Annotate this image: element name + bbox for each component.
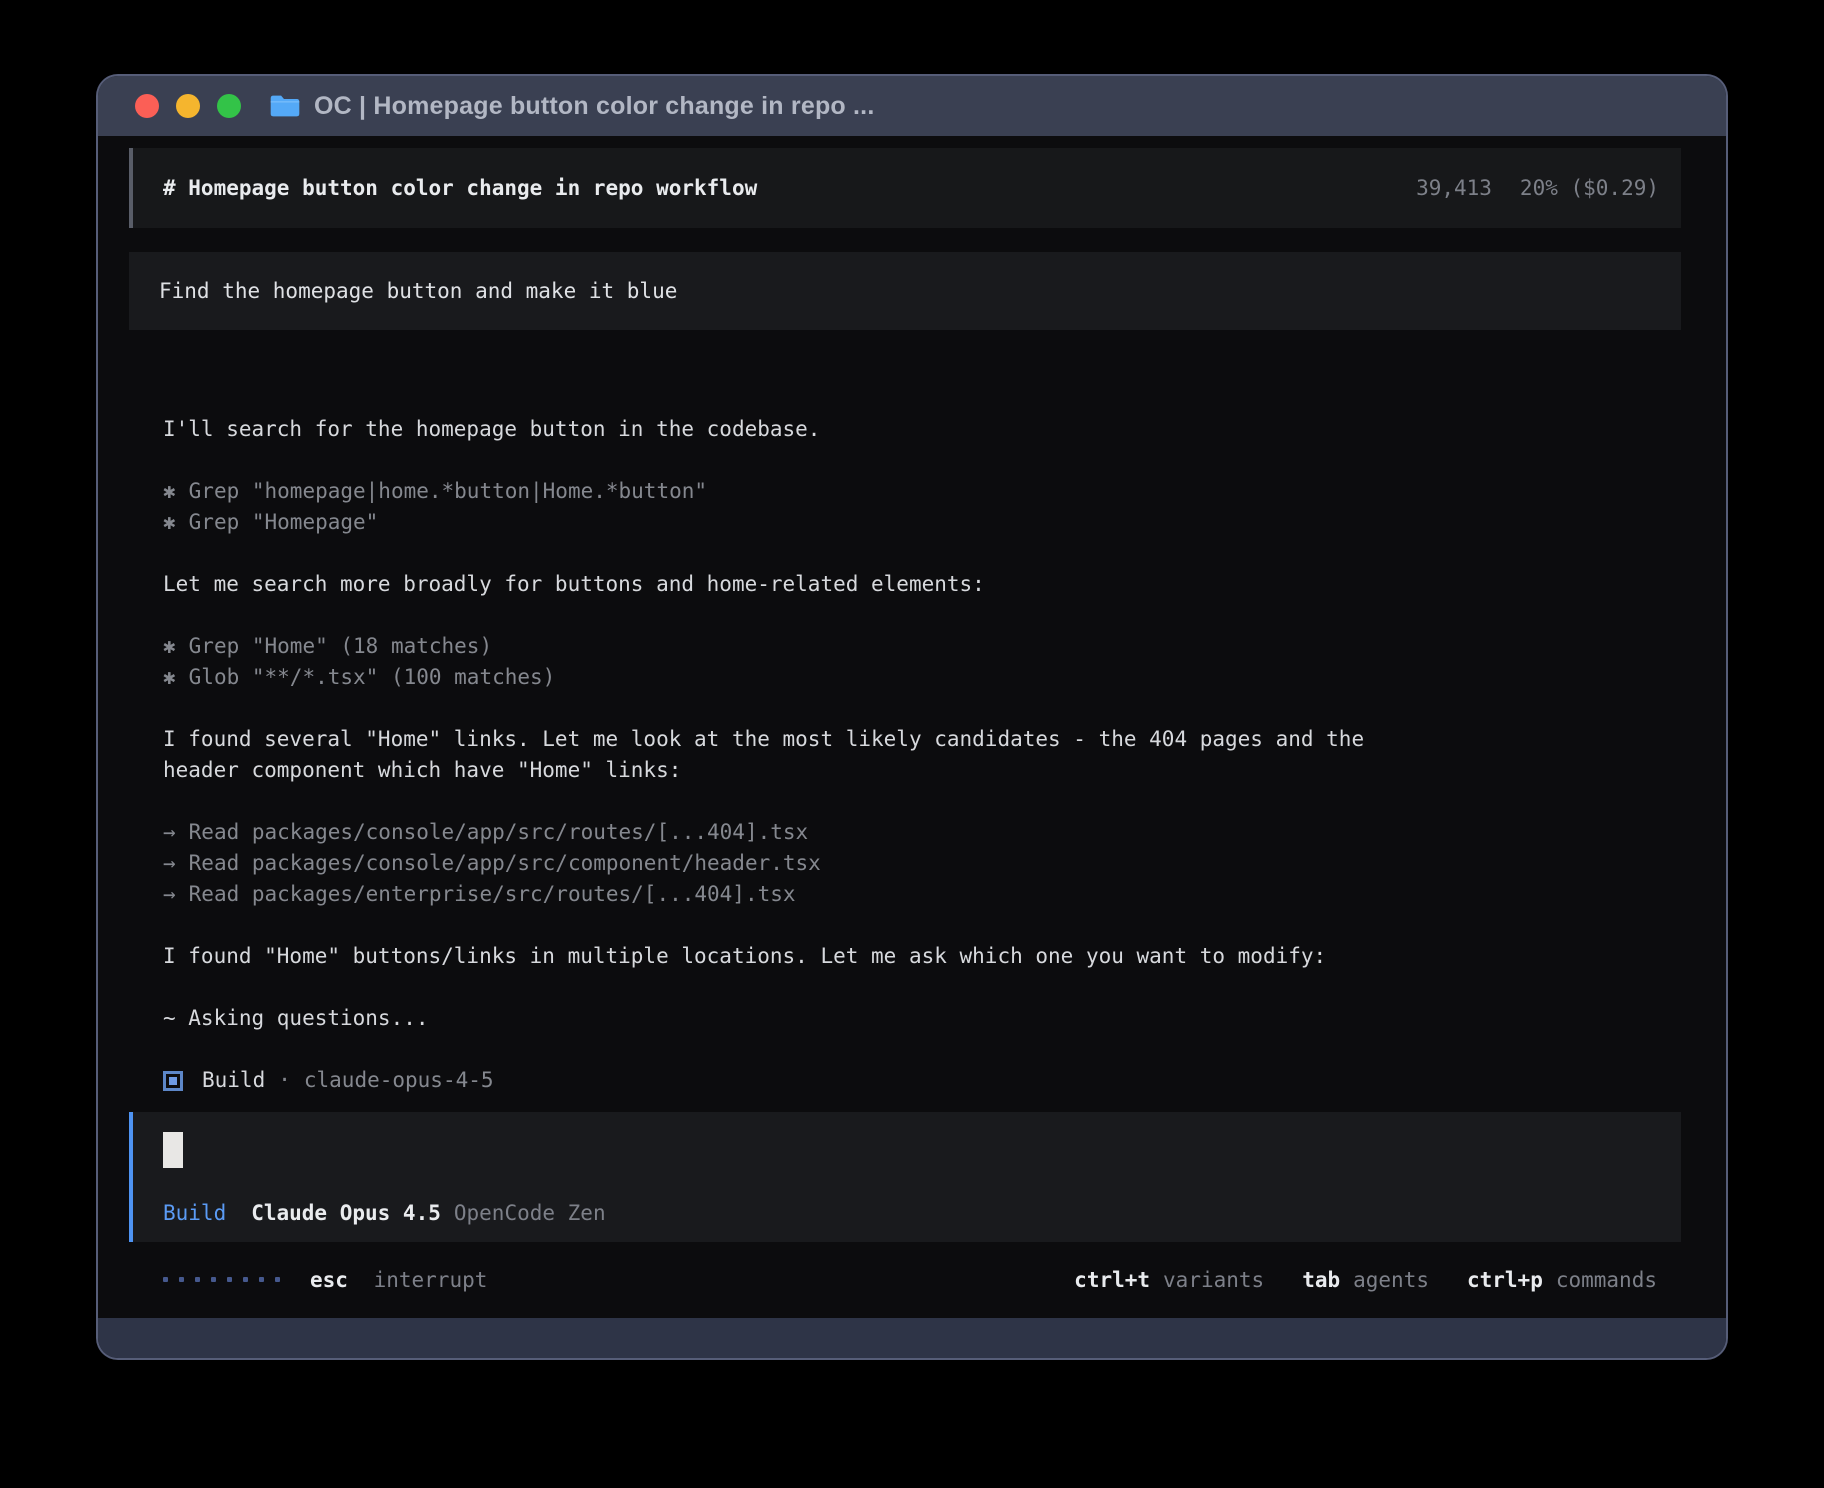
hint-label: agents: [1353, 1268, 1429, 1292]
traffic-lights: [135, 94, 241, 118]
tool-call-read: → Read packages/enterprise/src/routes/[..…: [163, 879, 1681, 910]
minimize-button[interactable]: [176, 94, 200, 118]
input-model-line: Build Claude Opus 4.5 OpenCode Zen: [163, 1201, 1651, 1225]
tool-call-text: Read packages/console/app/src/component/…: [189, 851, 821, 875]
tool-bullet-icon: ✱: [163, 662, 176, 693]
tool-bullet-icon: ✱: [163, 476, 176, 507]
terminal-content: # Homepage button color change in repo w…: [98, 136, 1726, 1318]
tool-call-text: Grep "homepage|home.*button|Home.*button…: [189, 479, 707, 503]
read-arrow-icon: →: [163, 879, 176, 910]
tool-call-text: Grep "Homepage": [189, 510, 379, 534]
tool-call-text: Glob "**/*.tsx" (100 matches): [189, 665, 556, 689]
read-arrow-icon: →: [163, 817, 176, 848]
window-title: OC | Homepage button color change in rep…: [314, 92, 874, 121]
token-count: 39,413: [1416, 176, 1492, 200]
assistant-paragraph: I found several "Home" links. Let me loo…: [163, 724, 1443, 786]
agent-model: claude-opus-4-5: [304, 1065, 494, 1096]
maximize-button[interactable]: [217, 94, 241, 118]
status-bar: esc interrupt ctrl+t variants tab agents…: [129, 1264, 1681, 1295]
window-bottom-chrome: [98, 1318, 1726, 1358]
tool-call-grep: ✱ Grep "Home" (18 matches): [163, 631, 1681, 662]
read-arrow-icon: →: [163, 848, 176, 879]
tool-call-text: Read packages/console/app/src/routes/[..…: [189, 820, 809, 844]
agent-name: Build: [202, 1065, 265, 1096]
hint-key: ctrl+t: [1074, 1268, 1150, 1292]
status-bar-right: ctrl+t variants tab agents ctrl+p comman…: [1074, 1268, 1657, 1292]
tool-call-glob: ✱ Glob "**/*.tsx" (100 matches): [163, 662, 1681, 693]
tool-call-read: → Read packages/console/app/src/component…: [163, 848, 1681, 879]
tool-bullet-icon: ✱: [163, 507, 176, 538]
assistant-paragraph: I found "Home" buttons/links in multiple…: [163, 941, 1443, 972]
tool-bullet-icon: ✱: [163, 631, 176, 662]
tool-call-text: Grep "Home" (18 matches): [189, 634, 492, 658]
tool-call-grep: ✱ Grep "homepage|home.*button|Home.*butto…: [163, 476, 1681, 507]
window-titlebar: OC | Homepage button color change in rep…: [98, 76, 1726, 136]
tool-call-text: Read packages/enterprise/src/routes/[...…: [189, 882, 796, 906]
prompt-input[interactable]: Build Claude Opus 4.5 OpenCode Zen: [129, 1112, 1681, 1242]
assistant-paragraph: Let me search more broadly for buttons a…: [163, 569, 1681, 600]
hint-key: tab: [1302, 1268, 1340, 1292]
model-name: Claude Opus 4.5: [251, 1201, 441, 1225]
hint-agents: tab agents: [1302, 1268, 1429, 1292]
session-stats: 39,413 20% ($0.29): [1416, 176, 1659, 200]
status-bar-left: esc interrupt: [163, 1268, 487, 1292]
tool-call-read: → Read packages/console/app/src/routes/[.…: [163, 817, 1681, 848]
esc-hint: esc interrupt: [310, 1268, 487, 1292]
assistant-paragraph: I'll search for the homepage button in t…: [163, 414, 1681, 445]
terminal-window: OC | Homepage button color change in rep…: [98, 76, 1726, 1358]
assistant-transcript: I'll search for the homepage button in t…: [129, 414, 1681, 1096]
build-agent-icon: [163, 1071, 183, 1091]
hint-label: variants: [1163, 1268, 1264, 1292]
folder-icon: [269, 93, 301, 119]
context-usage: 20% ($0.29): [1520, 176, 1659, 200]
agent-status-line: Build · claude-opus-4-5: [163, 1065, 1681, 1096]
mode-label: Build: [163, 1201, 226, 1225]
hint-label: commands: [1556, 1268, 1657, 1292]
agent-separator: ·: [278, 1065, 291, 1096]
hint-key: ctrl+p: [1467, 1268, 1543, 1292]
text-cursor: [163, 1132, 183, 1168]
provider-name: OpenCode Zen: [454, 1201, 606, 1225]
user-message-text: Find the homepage button and make it blu…: [159, 279, 677, 303]
esc-label: interrupt: [374, 1268, 488, 1292]
tool-call-grep: ✱ Grep "Homepage": [163, 507, 1681, 538]
hint-commands: ctrl+p commands: [1467, 1268, 1657, 1292]
spinner-dots-icon: [163, 1277, 280, 1282]
hint-variants: ctrl+t variants: [1074, 1268, 1264, 1292]
esc-key: esc: [310, 1268, 348, 1292]
working-status: ~ Asking questions...: [163, 1003, 1681, 1034]
session-title: # Homepage button color change in repo w…: [163, 176, 757, 200]
user-message: Find the homepage button and make it blu…: [129, 252, 1681, 330]
session-header: # Homepage button color change in repo w…: [129, 148, 1681, 228]
close-button[interactable]: [135, 94, 159, 118]
